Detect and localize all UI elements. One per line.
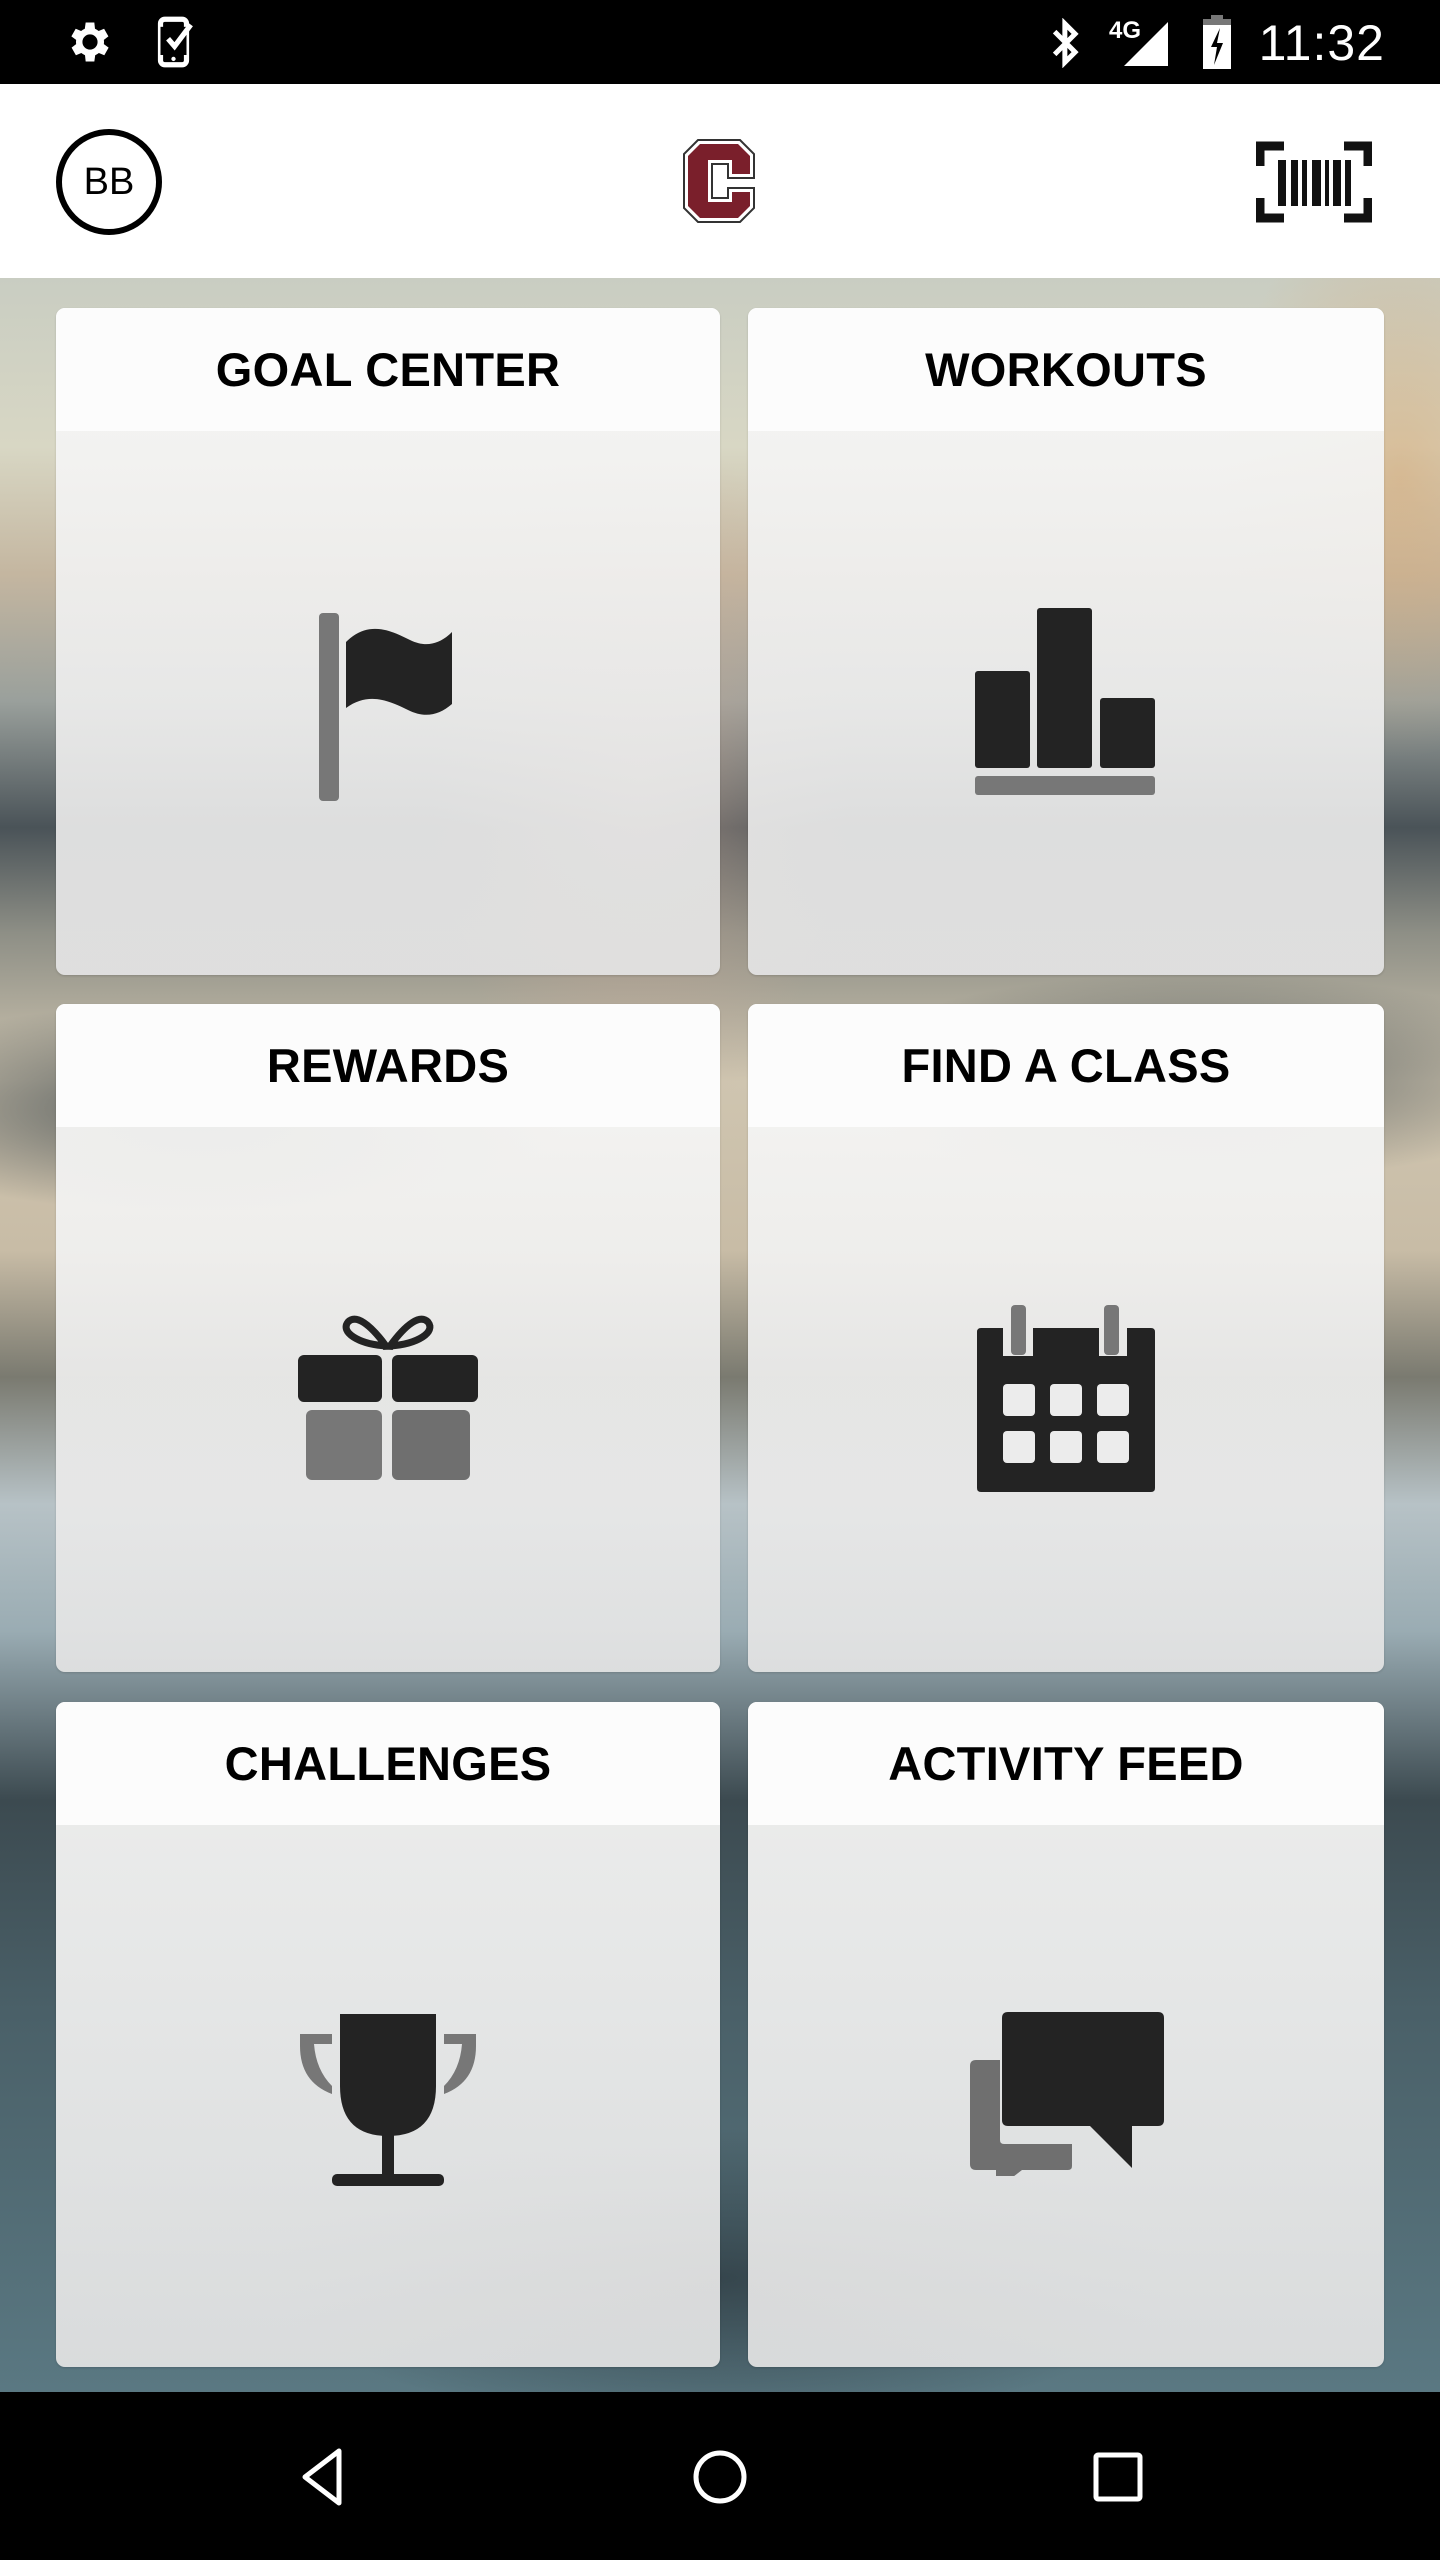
device-check-icon xyxy=(157,16,193,68)
signal-icon xyxy=(1124,22,1168,66)
bar-chart-icon xyxy=(975,608,1155,795)
system-navigation-bar xyxy=(0,2392,1440,2560)
tile-rewards[interactable]: REWARDS xyxy=(56,1004,720,1672)
tile-challenges[interactable]: CHALLENGES xyxy=(56,1702,720,2367)
barcode-scan-icon[interactable] xyxy=(1256,140,1372,224)
tile-title: CHALLENGES xyxy=(56,1702,720,1825)
tile-title: FIND A CLASS xyxy=(748,1004,1384,1127)
profile-avatar[interactable]: BB xyxy=(56,129,162,235)
tile-title: REWARDS xyxy=(56,1004,720,1127)
bluetooth-icon xyxy=(1052,18,1079,68)
nav-back-button[interactable] xyxy=(272,2432,372,2522)
nav-recents-button[interactable] xyxy=(1068,2432,1168,2522)
tile-goal-center[interactable]: GOAL CENTER xyxy=(56,308,720,975)
nav-home-button[interactable] xyxy=(670,2432,770,2522)
gift-icon xyxy=(298,1315,478,1480)
chat-bubbles-icon xyxy=(970,2012,1164,2176)
tile-activity-feed[interactable]: ACTIVITY FEED xyxy=(748,1702,1384,2367)
trophy-icon xyxy=(300,2014,476,2186)
home-circle-icon xyxy=(693,2450,747,2504)
recents-square-icon xyxy=(1093,2452,1143,2502)
status-bar: 4G 11:32 xyxy=(0,0,1440,84)
tile-title: WORKOUTS xyxy=(748,308,1384,431)
back-triangle-icon xyxy=(302,2448,342,2506)
app-header: BB xyxy=(0,84,1440,278)
avatar-initials: BB xyxy=(83,160,135,203)
battery-charging-icon xyxy=(1203,15,1231,69)
clock: 11:32 xyxy=(1258,15,1385,71)
tile-workouts[interactable]: WORKOUTS xyxy=(748,308,1384,975)
flag-icon xyxy=(319,613,452,801)
tile-title: ACTIVITY FEED xyxy=(748,1702,1384,1825)
maroon-c-logo xyxy=(683,139,755,223)
tile-title: GOAL CENTER xyxy=(56,308,720,431)
settings-icon xyxy=(71,22,109,62)
calendar-icon xyxy=(977,1305,1155,1492)
tile-find-a-class[interactable]: FIND A CLASS xyxy=(748,1004,1384,1672)
